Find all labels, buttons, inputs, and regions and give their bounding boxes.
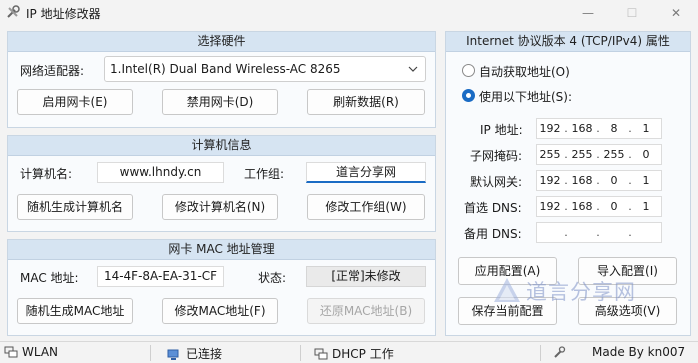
status-divider: [300, 345, 301, 361]
tools-icon: [7, 5, 20, 18]
mac-address-label: MAC 地址:: [20, 271, 79, 285]
status-dhcp: DHCP 工作: [314, 345, 394, 362]
manual-address-radio[interactable]: [462, 89, 475, 102]
gateway-label: 默认网关:: [470, 175, 523, 189]
status-adapter-text: WLAN: [22, 345, 59, 359]
preferred-dns-label: 首选 DNS:: [464, 201, 522, 215]
mac-status-field: [正常]未修改: [306, 266, 426, 287]
tools-icon: [554, 346, 566, 358]
watermark: 道言分享网: [492, 276, 636, 306]
connected-icon: [167, 349, 179, 360]
subnet-mask-input[interactable]: 255. 255. 255. 0: [536, 144, 662, 165]
modify-computer-name-button[interactable]: 修改计算机名(N): [162, 194, 278, 220]
dot-sep: .: [596, 226, 600, 239]
mac-address-field[interactable]: 14-4F-8A-EA-31-CF: [97, 266, 224, 287]
manual-address-label: 使用以下地址(S):: [479, 90, 573, 104]
mac-status-label: 状态:: [258, 271, 287, 285]
computer-group-header: 计算机信息: [8, 136, 435, 156]
ip-octet: 192: [539, 174, 561, 187]
status-connection: 已连接: [166, 345, 222, 362]
ip-octet: 1: [642, 122, 650, 135]
dot-sep: .: [564, 226, 568, 239]
workgroup-label: 工作组:: [244, 167, 285, 181]
computer-name-field[interactable]: www.lhndy.cn: [97, 162, 224, 183]
mac-group-header: 网卡 MAC 地址管理: [8, 240, 435, 260]
random-mac-button[interactable]: 随机生成MAC地址: [17, 298, 133, 324]
gateway-input[interactable]: 192. 168. 0. 1: [536, 170, 662, 191]
ip-octet: 168: [571, 122, 593, 135]
chevron-down-icon: [408, 66, 418, 72]
ip-octet: 0: [610, 200, 618, 213]
minimize-button[interactable]: —: [566, 0, 610, 25]
status-author: Made By kn007: [552, 345, 685, 359]
preferred-dns-input[interactable]: 192. 168. 0. 1: [536, 196, 662, 217]
network-icon: [4, 346, 18, 358]
adapter-select-value: 1.Intel(R) Dual Band Wireless-AC 8265: [110, 62, 341, 76]
ip-octet: 255: [571, 148, 593, 161]
ip-octet: 8: [610, 122, 618, 135]
ip-octet: 168: [571, 174, 593, 187]
ip-address-label: IP 地址:: [480, 123, 523, 137]
ip-octet: 1: [642, 174, 650, 187]
ip-octet: 168: [571, 200, 593, 213]
title-bar: IP 地址修改器 — ☐ ✕: [0, 0, 698, 25]
ip-address-input[interactable]: 192. 168. 8. 1: [536, 118, 662, 139]
computer-name-label: 计算机名:: [20, 167, 73, 181]
maximize-button[interactable]: ☐: [610, 0, 654, 25]
status-author-text: Made By kn007: [592, 345, 686, 359]
ip-octet: 0: [610, 174, 618, 187]
window-title: IP 地址修改器: [26, 7, 101, 21]
ipv4-group-header: Internet 协议版本 4 (TCP/IPv4) 属性: [446, 32, 690, 52]
auto-address-radio[interactable]: [462, 64, 475, 77]
ip-octet: 192: [539, 200, 561, 213]
subnet-mask-label: 子网掩码:: [470, 149, 523, 163]
disable-adapter-button[interactable]: 禁用网卡(D): [162, 89, 278, 115]
refresh-button[interactable]: 刷新数据(R): [307, 89, 425, 115]
status-connection-text: 已连接: [186, 347, 223, 361]
modify-mac-button[interactable]: 修改MAC地址(F): [162, 298, 278, 324]
hardware-group-header: 选择硬件: [8, 32, 435, 52]
status-divider: [540, 345, 541, 361]
status-bar: WLAN 已连接 DHCP 工作 Made By kn007: [0, 341, 698, 363]
adapter-select[interactable]: 1.Intel(R) Dual Band Wireless-AC 8265: [104, 56, 426, 82]
ip-octet: 1: [642, 200, 650, 213]
watermark-text: 道言分享网: [526, 280, 636, 304]
ip-octet: 192: [539, 122, 561, 135]
alternate-dns-label: 备用 DNS:: [464, 227, 522, 241]
modify-workgroup-button[interactable]: 修改工作组(W): [307, 194, 425, 220]
dot-sep: .: [628, 226, 632, 239]
random-computer-name-button[interactable]: 随机生成计算机名: [17, 194, 133, 220]
status-dhcp-text: DHCP 工作: [332, 347, 394, 361]
ip-octet: 0: [642, 148, 650, 161]
watermark-logo-icon: [494, 278, 520, 302]
restore-mac-button[interactable]: 还原MAC地址(B): [307, 298, 425, 324]
alternate-dns-input[interactable]: . . .: [536, 222, 662, 243]
workgroup-field[interactable]: 道言分享网: [306, 162, 426, 183]
close-button[interactable]: ✕: [654, 0, 698, 25]
auto-address-label: 自动获取地址(O): [479, 65, 570, 79]
ip-octet: 255: [603, 148, 625, 161]
enable-adapter-button[interactable]: 启用网卡(E): [17, 89, 133, 115]
adapter-label: 网络适配器:: [20, 64, 85, 78]
status-adapter-type: WLAN: [4, 345, 58, 359]
dhcp-icon: [314, 348, 328, 359]
status-divider: [150, 345, 151, 361]
ip-octet: 255: [539, 148, 561, 161]
